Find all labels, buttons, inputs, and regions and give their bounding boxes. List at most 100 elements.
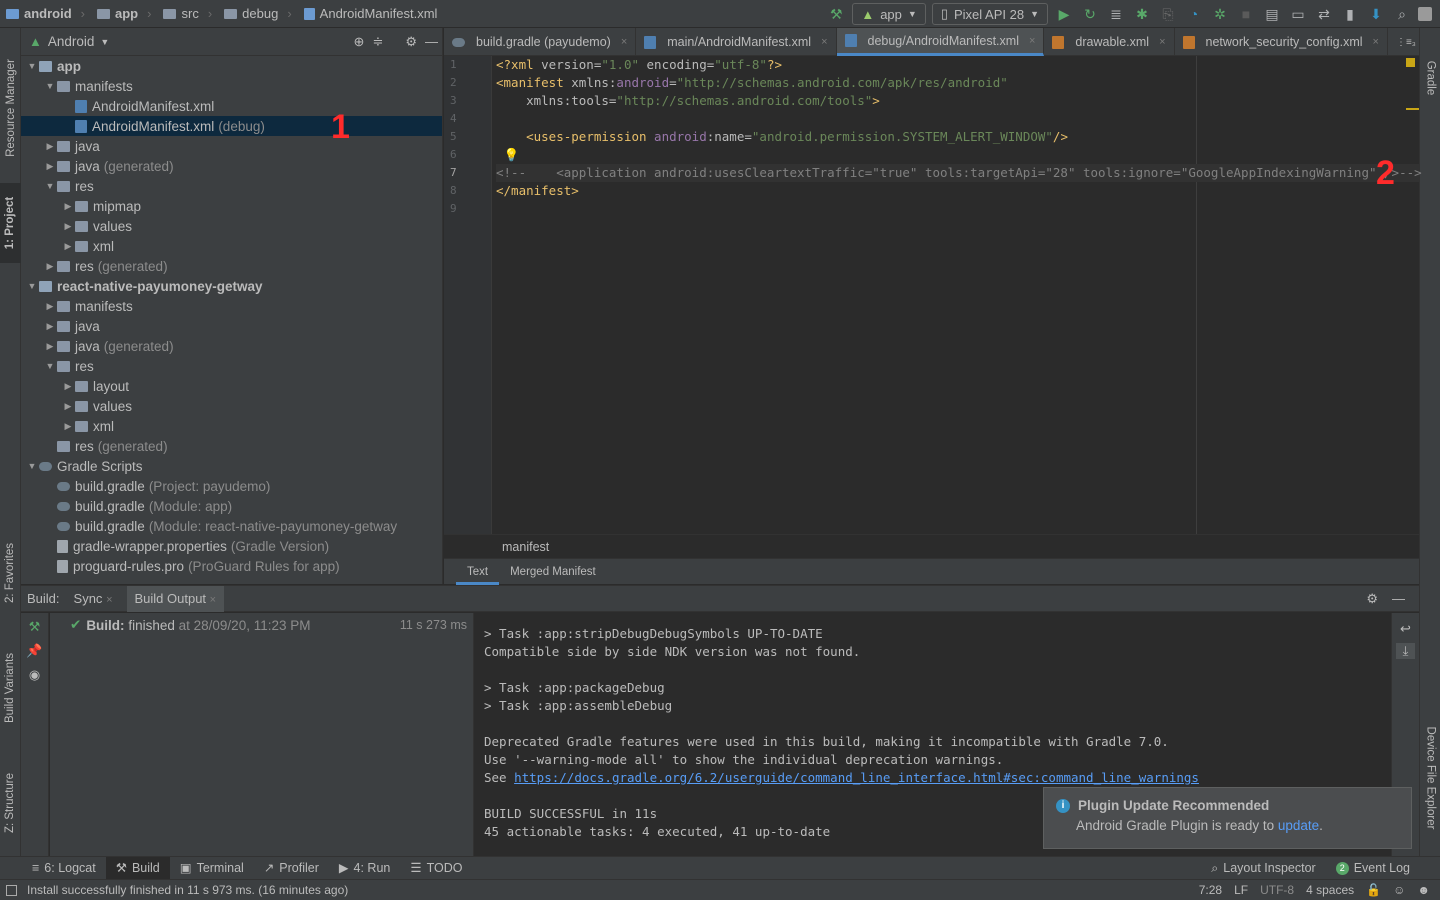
expand-right-icon[interactable]: ▶ [43, 261, 57, 272]
run-icon[interactable]: ▶ [1054, 4, 1074, 24]
tree-item[interactable]: AndroidManifest.xml (debug) [21, 116, 442, 136]
expand-right-icon[interactable]: ▶ [43, 141, 57, 152]
tree-item[interactable]: ▶ manifests [21, 296, 442, 316]
feedback-icon[interactable]: ☻ [1417, 883, 1430, 897]
search-icon[interactable]: ⌕ [1392, 4, 1412, 24]
code-area[interactable]: <?xml version="1.0" encoding="utf-8"?> <… [496, 56, 1422, 218]
tree-item[interactable]: ▶ java [21, 136, 442, 156]
code-editor[interactable]: 1 2 3 4 5 6 7 8 9 <?xml version="1.0" encoding="… [444, 56, 1422, 534]
scroll-to-end-icon[interactable]: ⤓ [1396, 643, 1415, 659]
chevron-down-icon[interactable]: ▼ [100, 37, 109, 47]
editor-tab[interactable]: build.gradle (payudemo) × [444, 28, 637, 56]
editor-breadcrumb[interactable]: manifest [444, 534, 1419, 558]
gear-icon[interactable]: ⚙ [405, 34, 417, 50]
project-structure-icon[interactable]: ▤ [1262, 4, 1282, 24]
tree-item[interactable]: ▶ layout [21, 376, 442, 396]
sync-gradle-icon[interactable]: ⇄ [1314, 4, 1334, 24]
error-stripe-marker[interactable] [1406, 108, 1419, 110]
close-icon[interactable]: × [1159, 36, 1165, 48]
build-result-row[interactable]: ✔ Build: finished at 28/09/20, 11:23 PM … [50, 615, 473, 635]
tree-item[interactable]: ▶ mipmap [21, 196, 442, 216]
hide-panel-icon[interactable]: — [425, 34, 438, 50]
expand-down-icon[interactable]: ▼ [25, 281, 39, 291]
crumb-app[interactable]: app › [91, 6, 157, 21]
editor-tab[interactable]: debug/AndroidManifest.xml × [836, 28, 1045, 56]
lock-icon[interactable]: 🔓 [1366, 883, 1381, 897]
expand-down-icon[interactable]: ▼ [25, 61, 39, 71]
eye-icon[interactable]: ◉ [21, 667, 48, 683]
favorites-tab[interactable]: 2: Favorites [0, 528, 21, 618]
todo-tab[interactable]: ☰ TODO [400, 857, 472, 880]
tree-item[interactable]: AndroidManifest.xml [21, 96, 442, 116]
apply-code-changes-icon[interactable]: ≣ [1106, 4, 1126, 24]
editor-tab[interactable]: main/AndroidManifest.xml × [636, 28, 837, 56]
expand-right-icon[interactable]: ▶ [61, 401, 75, 412]
close-icon[interactable]: × [1373, 36, 1379, 48]
hammer-icon[interactable]: ⚒ [826, 4, 846, 24]
event-log-tab[interactable]: 2 Event Log [1326, 857, 1440, 880]
debug-icon[interactable]: ✱ [1132, 4, 1152, 24]
indent-setting[interactable]: 4 spaces [1306, 883, 1354, 897]
tree-item[interactable]: ▼ manifests [21, 76, 442, 96]
tree-item[interactable]: res (generated) [21, 436, 442, 456]
tree-item[interactable]: ▼ react-native-payumoney-getway [21, 276, 442, 296]
tab-overflow-menu[interactable]: ⋮≡₃ [1388, 28, 1424, 56]
tree-item[interactable]: build.gradle (Module: app) [21, 496, 442, 516]
debug-attach-icon[interactable]: ✲ [1210, 4, 1230, 24]
resource-manager-tab[interactable]: Resource Manager [0, 38, 21, 178]
collapse-all-icon[interactable]: ≑ [372, 34, 383, 50]
expand-right-icon[interactable]: ▶ [43, 301, 57, 312]
tree-item[interactable]: build.gradle (Module: react-native-payumo… [21, 516, 442, 536]
caret-position[interactable]: 7:28 [1199, 883, 1222, 897]
run-config-select[interactable]: ▲ app ▼ [852, 3, 926, 25]
crumb-debug[interactable]: debug › [218, 6, 298, 21]
close-icon[interactable]: × [621, 36, 627, 48]
attach-debugger-icon[interactable]: ⎘ [1158, 4, 1178, 24]
tab-sync[interactable]: Sync × [66, 586, 121, 612]
logcat-tab[interactable]: ≡ 6: Logcat [22, 857, 106, 880]
tab-build-output[interactable]: Build Output × [126, 585, 225, 612]
layout-inspector-tab[interactable]: ⌕ Layout Inspector [1201, 857, 1325, 880]
hide-panel-icon[interactable]: — [1392, 591, 1405, 607]
device-manager-icon[interactable]: ▮ [1340, 4, 1360, 24]
line-separator[interactable]: LF [1234, 883, 1248, 897]
tab-merged-manifest[interactable]: Merged Manifest [499, 559, 607, 585]
expand-right-icon[interactable]: ▶ [61, 221, 75, 232]
profile-icon[interactable]: ◔ [1184, 4, 1204, 24]
expand-down-icon[interactable]: ▼ [43, 81, 57, 91]
tree-item[interactable]: ▶ java (generated) [21, 156, 442, 176]
tree-item[interactable]: ▼ Gradle Scripts [21, 456, 442, 476]
tree-item[interactable]: proguard-rules.pro (ProGuard Rules for ap… [21, 556, 442, 576]
tab-text[interactable]: Text [456, 559, 500, 585]
profiler-tab[interactable]: ↗ Profiler [254, 857, 329, 880]
tree-item[interactable]: ▼ app [21, 56, 442, 76]
stop-icon[interactable]: ■ [1236, 4, 1256, 24]
inspection-icon[interactable]: ☺ [1393, 883, 1405, 897]
tree-item[interactable]: ▶ java (generated) [21, 336, 442, 356]
terminal-tab[interactable]: ▣ Terminal [170, 857, 254, 880]
warning-stripe-marker[interactable] [1406, 58, 1415, 67]
sdk-manager-icon[interactable]: ⬇ [1366, 4, 1386, 24]
tree-item[interactable]: ▶ xml [21, 236, 442, 256]
expand-down-icon[interactable]: ▼ [43, 181, 57, 191]
tree-item[interactable]: ▶ res (generated) [21, 256, 442, 276]
close-icon[interactable]: × [1029, 35, 1035, 47]
close-icon[interactable]: × [821, 36, 827, 48]
expand-right-icon[interactable]: ▶ [43, 321, 57, 332]
run-tab[interactable]: ▶ 4: Run [329, 857, 400, 880]
tree-item[interactable]: ▼ res [21, 356, 442, 376]
tree-item[interactable]: ▶ values [21, 216, 442, 236]
tool-window-toggle-icon[interactable] [6, 884, 17, 896]
avd-manager-icon[interactable]: ▭ [1288, 4, 1308, 24]
expand-right-icon[interactable]: ▶ [61, 201, 75, 212]
user-avatar-icon[interactable] [1418, 7, 1432, 21]
editor-tab[interactable]: network_security_config.xml × [1175, 28, 1388, 56]
expand-right-icon[interactable]: ▶ [61, 381, 75, 392]
gradle-tab[interactable]: Gradle [1420, 48, 1440, 108]
crumb-manifest[interactable]: AndroidManifest.xml [298, 6, 444, 21]
apply-changes-icon[interactable]: ↻ [1080, 4, 1100, 24]
crumb-src[interactable]: src › [157, 6, 218, 21]
expand-right-icon[interactable]: ▶ [61, 241, 75, 252]
tree-item[interactable]: ▶ xml [21, 416, 442, 436]
locate-icon[interactable]: ⊕ [354, 34, 365, 50]
